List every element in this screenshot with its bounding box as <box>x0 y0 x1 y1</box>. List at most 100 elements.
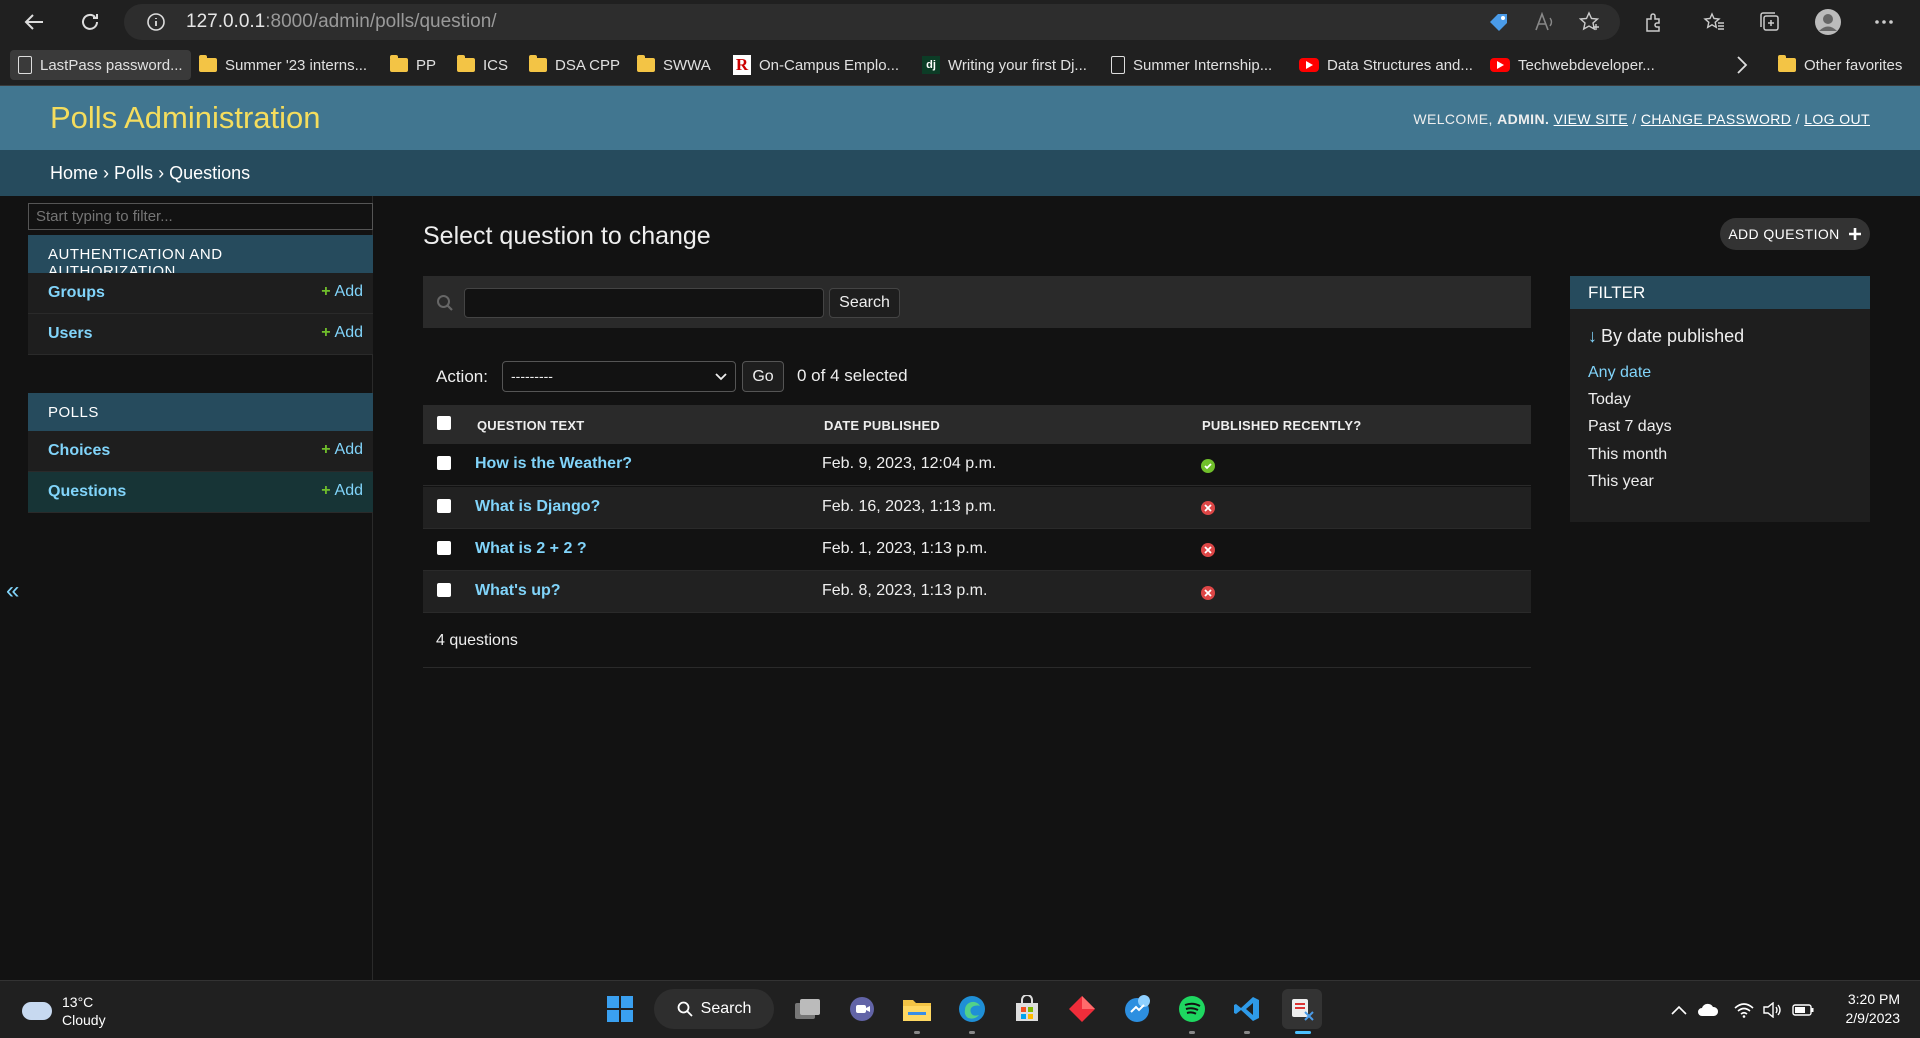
bookmark-other-favorites[interactable]: Other favorites <box>1770 50 1910 80</box>
result-count: 4 questions <box>436 632 518 649</box>
filter-option-past-7-days[interactable]: Past 7 days <box>1588 418 1672 436</box>
add-favorite-icon[interactable] <box>1576 9 1604 35</box>
breadcrumb-home[interactable]: Home <box>50 163 98 183</box>
column-header-date-published[interactable]: DATE PUBLISHED <box>824 418 940 433</box>
app-active-indicator <box>1295 1031 1311 1034</box>
clock-time: 3:20 PM <box>1847 991 1900 1007</box>
onedrive-cloud-icon[interactable] <box>1697 1000 1719 1020</box>
plus-icon: + <box>321 324 331 341</box>
windows-logo-icon <box>607 996 633 1022</box>
row-checkbox[interactable] <box>437 456 451 470</box>
question-link[interactable]: What is 2 + 2 ? <box>475 540 587 558</box>
collections-icon[interactable] <box>1756 9 1784 35</box>
search-input[interactable] <box>464 288 824 318</box>
snipping-tool-icon[interactable] <box>1282 989 1322 1029</box>
back-arrow-icon <box>24 14 43 30</box>
breadcrumb-polls[interactable]: Polls <box>114 163 153 183</box>
more-menu-icon[interactable] <box>1870 9 1898 35</box>
filter-heading-label: By date published <box>1601 326 1745 346</box>
back-button[interactable] <box>18 7 50 37</box>
bookmark-dsa-cpp[interactable]: DSA CPP <box>521 50 628 80</box>
bookmark-summer-interns[interactable]: Summer '23 interns... <box>191 50 375 80</box>
module-caption-auth[interactable]: AUTHENTICATION AND AUTHORIZATION <box>28 235 373 280</box>
bookmark-label: ICS <box>483 56 509 74</box>
bookmark-techwebdeveloper[interactable]: Techwebdeveloper... <box>1482 50 1663 80</box>
bookmarks-overflow-chevron-icon[interactable] <box>1736 55 1748 75</box>
wifi-icon[interactable] <box>1733 1000 1755 1020</box>
taskbar-search[interactable]: Search <box>654 989 774 1029</box>
bookmark-django-tutorial[interactable]: dj Writing your first Dj... <box>914 50 1095 80</box>
row-checkbox[interactable] <box>437 541 451 555</box>
question-link[interactable]: What is Django? <box>475 498 600 516</box>
weather-widget[interactable]: 13°C Cloudy <box>22 993 106 1029</box>
row-checkbox[interactable] <box>437 583 451 597</box>
youtube-icon <box>1299 58 1319 72</box>
select-all-checkbox[interactable] <box>437 416 451 430</box>
add-label: Add <box>334 441 363 458</box>
file-explorer-icon[interactable] <box>897 989 937 1029</box>
sidebar-filter-input[interactable] <box>28 203 373 230</box>
row-checkbox[interactable] <box>437 499 451 513</box>
filter-option-this-month[interactable]: This month <box>1588 446 1667 464</box>
bookmark-swwa[interactable]: SWWA <box>629 50 719 80</box>
extensions-icon[interactable] <box>1640 9 1668 35</box>
start-button[interactable] <box>600 989 640 1029</box>
sidebar-link-questions[interactable]: Questions <box>48 483 126 501</box>
site-info-icon[interactable] <box>146 12 166 32</box>
add-question-button[interactable]: ADD QUESTION <box>1720 218 1870 250</box>
add-choices-link[interactable]: + Add <box>321 441 363 459</box>
bookmark-lastpass[interactable]: LastPass password... <box>10 50 191 80</box>
results-table-header <box>423 405 1531 444</box>
add-users-link[interactable]: + Add <box>321 324 363 342</box>
edge-browser-icon[interactable] <box>952 989 992 1029</box>
messenger-app-icon[interactable] <box>1117 989 1157 1029</box>
go-button[interactable]: Go <box>742 361 784 392</box>
action-select[interactable]: --------- <box>502 361 736 392</box>
toggle-sidebar-button[interactable]: « <box>6 577 19 605</box>
view-site-link[interactable]: VIEW SITE <box>1554 111 1628 127</box>
bookmark-pp[interactable]: PP <box>382 50 444 80</box>
chevron-up-icon[interactable] <box>1668 1000 1690 1020</box>
microsoft-store-icon[interactable] <box>1007 989 1047 1029</box>
red-diamond-app-icon[interactable] <box>1062 989 1102 1029</box>
filter-option-this-year[interactable]: This year <box>1588 473 1654 491</box>
chat-app-icon[interactable] <box>842 989 882 1029</box>
log-out-link[interactable]: LOG OUT <box>1804 111 1870 127</box>
battery-icon[interactable] <box>1792 1000 1814 1020</box>
sidebar-link-users[interactable]: Users <box>48 325 92 343</box>
sidebar-link-choices[interactable]: Choices <box>48 442 110 460</box>
volume-icon[interactable] <box>1761 1000 1783 1020</box>
question-link[interactable]: What's up? <box>475 582 561 600</box>
shopping-tag-icon[interactable] <box>1485 9 1513 35</box>
bookmark-on-campus[interactable]: R On-Campus Emplo... <box>725 50 907 80</box>
add-label: Add <box>334 482 363 499</box>
filter-option-any-date[interactable]: Any date <box>1588 364 1651 382</box>
search-button[interactable]: Search <box>829 288 900 318</box>
spotify-icon[interactable] <box>1172 989 1212 1029</box>
page-icon <box>18 56 32 74</box>
bookmark-summer-internship[interactable]: Summer Internship... <box>1103 50 1280 80</box>
add-groups-link[interactable]: + Add <box>321 283 363 301</box>
column-header-question-text[interactable]: QUESTION TEXT <box>477 418 584 433</box>
profile-avatar-icon[interactable] <box>1813 9 1843 35</box>
taskbar-clock[interactable]: 3:20 PM 2/9/2023 <box>1820 990 1901 1028</box>
sidebar-link-groups[interactable]: Groups <box>48 284 105 302</box>
app-running-indicator <box>1189 1031 1195 1034</box>
filter-heading[interactable]: ↓ By date published <box>1588 326 1744 347</box>
change-password-link[interactable]: CHANGE PASSWORD <box>1641 111 1791 127</box>
add-questions-link[interactable]: + Add <box>321 482 363 500</box>
favorites-icon[interactable] <box>1700 9 1728 35</box>
sidebar-item-choices: Choices + Add <box>28 431 373 472</box>
vscode-icon[interactable] <box>1227 989 1267 1029</box>
bookmark-label: DSA CPP <box>555 56 621 74</box>
bookmark-data-structures[interactable]: Data Structures and... <box>1291 50 1481 80</box>
separator: / <box>1632 111 1637 127</box>
task-view-icon[interactable] <box>787 989 827 1029</box>
filter-option-today[interactable]: Today <box>1588 391 1631 409</box>
read-aloud-icon[interactable] <box>1531 9 1559 35</box>
site-brand[interactable]: Polls Administration <box>50 100 321 136</box>
bookmark-ics[interactable]: ICS <box>449 50 516 80</box>
refresh-button[interactable] <box>74 7 106 37</box>
module-caption-polls[interactable]: POLLS <box>28 393 373 431</box>
question-link[interactable]: How is the Weather? <box>475 455 632 473</box>
